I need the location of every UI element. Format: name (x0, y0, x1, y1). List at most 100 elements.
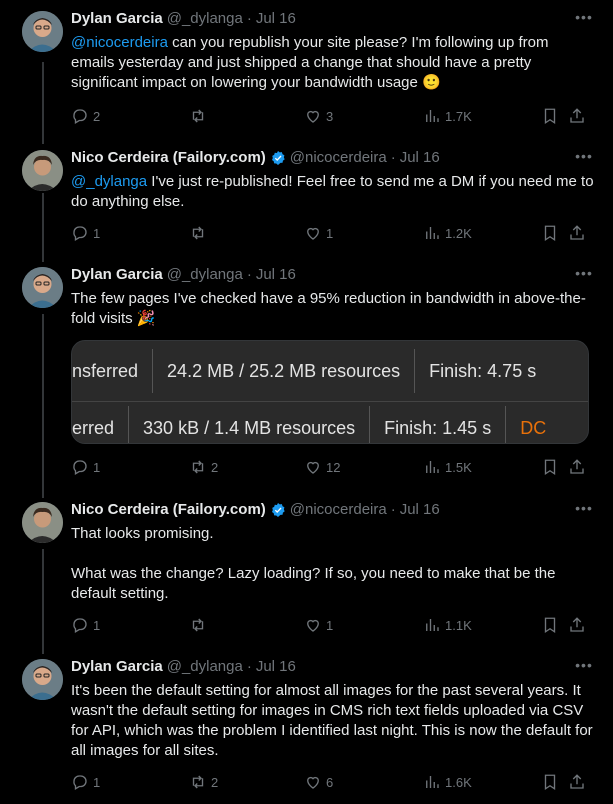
reply-button[interactable]: 1 (71, 457, 100, 477)
author-name[interactable]: Nico Cerdeira (Failory.com) (71, 149, 266, 167)
tweet-text: It's been the default setting for almost… (71, 682, 597, 759)
more-icon[interactable]: ••• (573, 262, 595, 284)
tweet-text: The few pages I've checked have a 95% re… (71, 290, 586, 327)
reply-button[interactable]: 1 (71, 223, 100, 243)
reply-icon (73, 618, 87, 633)
like-icon (307, 776, 319, 789)
tweet-actions: 1 1 1.1K (71, 615, 591, 635)
share-icon (570, 774, 584, 789)
views-count: 1.1K (445, 617, 472, 633)
bookmark-button[interactable] (541, 106, 559, 126)
views-button[interactable]: 1.2K (423, 223, 472, 243)
reply-icon (73, 226, 87, 241)
like-button[interactable]: 3 (304, 106, 333, 126)
mention-link[interactable]: @nicocerdeira (71, 34, 168, 51)
retweet-button[interactable]: 2 (189, 457, 218, 477)
reply-icon (73, 775, 87, 790)
tweet-date[interactable]: Jul 16 (256, 266, 296, 284)
stat-transferred-cut: nsferred (72, 349, 154, 393)
views-button[interactable]: 1.7K (423, 106, 472, 126)
like-button[interactable]: 6 (304, 772, 333, 792)
bookmark-button[interactable] (541, 457, 559, 477)
avatar-dylan[interactable] (22, 267, 63, 308)
reply-icon (73, 109, 87, 124)
author-name[interactable]: Dylan Garcia (71, 266, 163, 284)
like-icon (307, 110, 319, 123)
bookmark-icon (544, 459, 556, 476)
views-button[interactable]: 1.6K (423, 772, 472, 792)
author-handle[interactable]: @_dylanga (167, 10, 243, 28)
stat-finish: Finish: 1.45 s (370, 406, 507, 443)
dot-separator: · (390, 149, 396, 166)
reply-count: 1 (93, 459, 101, 475)
stat-resources: 330 kB / 1.4 MB resources (129, 406, 371, 443)
reply-count: 1 (93, 617, 101, 633)
retweet-button[interactable] (189, 615, 211, 635)
author-handle[interactable]: @nicocerdeira (290, 149, 387, 167)
share-button[interactable] (568, 772, 586, 792)
like-icon (307, 619, 319, 632)
more-icon[interactable]: ••• (573, 145, 595, 167)
views-button[interactable]: 1.1K (423, 615, 472, 635)
avatar-nico[interactable] (22, 502, 63, 543)
views-count: 1.7K (445, 108, 472, 124)
tweet-image[interactable]: nsferred 24.2 MB / 25.2 MB resources Fin… (71, 340, 589, 444)
avatar-dylan[interactable] (22, 11, 63, 52)
tweet-text: @_dylanga I've just re-published! Feel f… (71, 172, 595, 212)
avatar-dylan[interactable] (22, 659, 63, 700)
stat-resources: 24.2 MB / 25.2 MB resources (153, 349, 416, 393)
views-icon (426, 227, 439, 239)
bookmark-button[interactable] (541, 615, 559, 635)
tweet-date[interactable]: Jul 16 (400, 149, 440, 167)
author-name[interactable]: Nico Cerdeira (Failory.com) (71, 501, 266, 519)
reply-count: 2 (93, 108, 101, 124)
more-icon[interactable]: ••• (573, 497, 595, 519)
mention-link[interactable]: @_dylanga (71, 173, 147, 190)
share-icon (570, 108, 584, 123)
retweet-button[interactable] (189, 223, 211, 243)
like-count: 12 (326, 459, 341, 475)
reply-button[interactable]: 1 (71, 772, 100, 792)
share-button[interactable] (568, 615, 586, 635)
bookmark-icon (544, 617, 556, 634)
retweet-button[interactable]: 2 (189, 772, 218, 792)
avatar-nico[interactable] (22, 150, 63, 191)
share-button[interactable] (568, 457, 586, 477)
share-icon (570, 617, 584, 632)
like-button[interactable]: 12 (304, 457, 340, 477)
author-name[interactable]: Dylan Garcia (71, 10, 163, 28)
share-button[interactable] (568, 106, 586, 126)
stat-finish: Finish: 4.75 s (429, 360, 537, 381)
like-icon (307, 461, 319, 474)
like-button[interactable]: 1 (304, 615, 333, 635)
more-icon[interactable]: ••• (573, 6, 595, 28)
views-icon (426, 619, 439, 631)
bookmark-icon (544, 225, 556, 242)
tweet-date[interactable]: Jul 16 (256, 10, 296, 28)
tweet-actions: 1 2 6 1.6K (71, 772, 591, 792)
reply-button[interactable]: 2 (71, 106, 100, 126)
views-icon (426, 776, 439, 788)
more-icon[interactable]: ••• (573, 654, 595, 676)
tweet-date[interactable]: Jul 16 (400, 501, 440, 519)
tweet-text-body: I've just re-published! Feel free to sen… (71, 173, 598, 210)
share-button[interactable] (568, 223, 586, 243)
views-button[interactable]: 1.5K (423, 457, 472, 477)
views-icon (426, 461, 439, 473)
retweet-button[interactable] (189, 106, 211, 126)
like-count: 1 (326, 225, 334, 241)
like-count: 1 (326, 617, 334, 633)
author-handle[interactable]: @_dylanga (167, 266, 243, 284)
bookmark-icon (544, 774, 556, 791)
reply-button[interactable]: 1 (71, 615, 100, 635)
verified-badge-icon (271, 503, 285, 517)
bookmark-button[interactable] (541, 772, 559, 792)
author-name[interactable]: Dylan Garcia (71, 658, 163, 676)
bookmark-button[interactable] (541, 223, 559, 243)
tweet-date[interactable]: Jul 16 (256, 658, 296, 676)
dot-separator: · (246, 658, 252, 675)
like-button[interactable]: 1 (304, 223, 333, 243)
author-handle[interactable]: @_dylanga (167, 658, 243, 676)
author-handle[interactable]: @nicocerdeira (290, 501, 387, 519)
views-icon (426, 110, 439, 122)
